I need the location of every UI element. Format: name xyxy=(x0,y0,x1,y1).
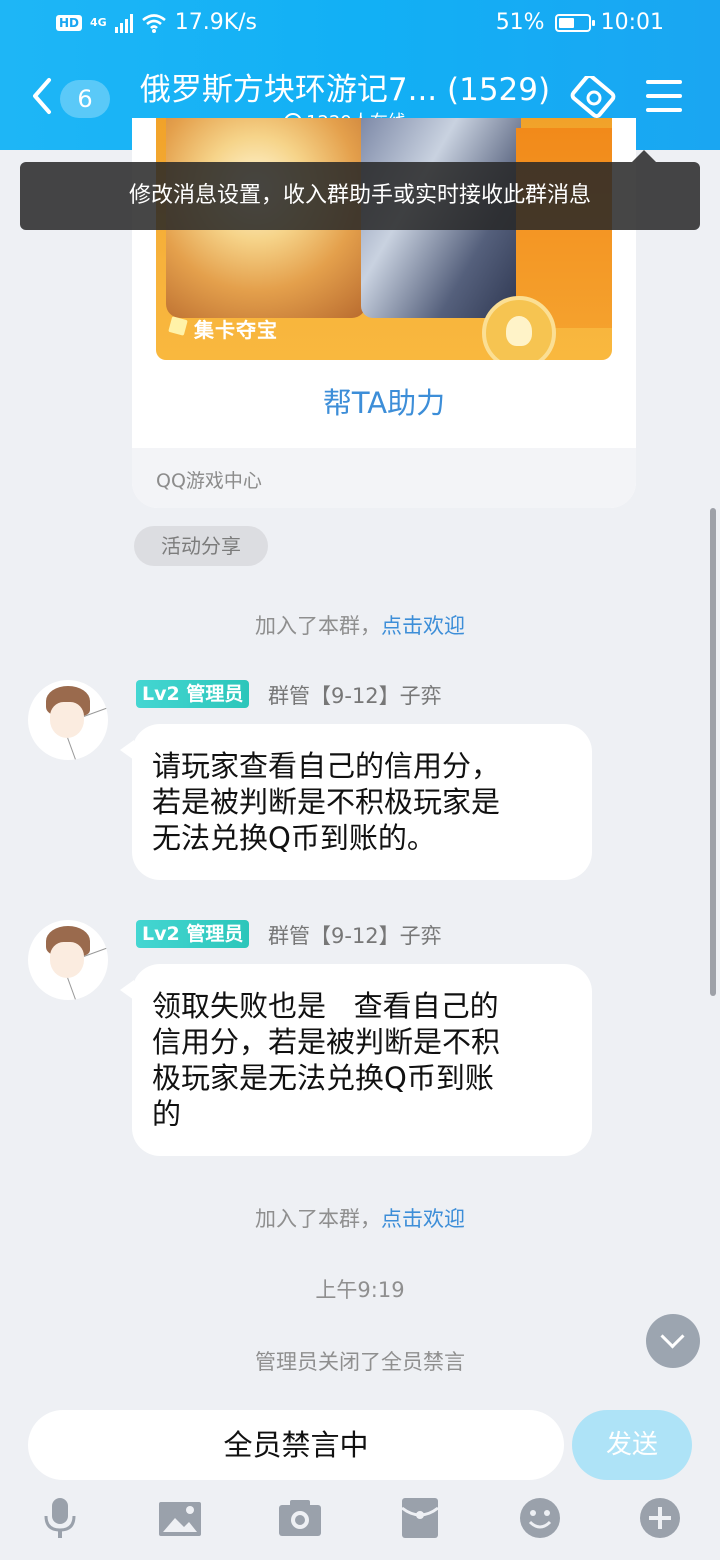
message-line: 请玩家查看自己的信用分， xyxy=(152,749,501,783)
image-icon[interactable] xyxy=(158,1496,202,1540)
clock: 10:01 xyxy=(600,10,664,35)
back-arrow-icon[interactable] xyxy=(30,76,54,116)
network-speed: 17.9K/s xyxy=(174,10,257,35)
sender-name[interactable]: 群管【9-12】子弈 xyxy=(268,680,442,710)
avatar[interactable] xyxy=(28,920,108,1000)
welcome-link[interactable]: 点击欢迎 xyxy=(381,614,465,638)
join-notice-text: 加入了本群， xyxy=(255,614,381,638)
message-line: 信用分，若是被判断是不积 xyxy=(152,1025,501,1059)
network-type: 4G xyxy=(90,15,107,29)
message-bubble[interactable]: 领取失败也是 查看自己的 信用分，若是被判断是不积 极玩家是无法兑换Q币到账 的 xyxy=(120,964,592,1156)
game-logo-icon xyxy=(482,296,556,360)
join-notice: 加入了本群，点击欢迎 xyxy=(0,1203,720,1233)
avatar[interactable] xyxy=(28,680,108,760)
microphone-icon[interactable] xyxy=(38,1496,82,1540)
red-packet-icon[interactable] xyxy=(398,1496,442,1540)
card-footer: QQ游戏中心 xyxy=(132,448,636,508)
battery-icon xyxy=(554,13,595,32)
message-line: 极玩家是无法兑换Q币到账 xyxy=(152,1061,494,1095)
level-badge-role: 管理员 xyxy=(186,923,244,945)
unread-count-badge[interactable]: 6 xyxy=(60,80,110,118)
menu-icon[interactable] xyxy=(646,80,682,114)
message-line: 领取失败也是 查看自己的 xyxy=(152,989,499,1023)
activity-share-tag: 活动分享 xyxy=(134,526,268,566)
hd-indicator: HD xyxy=(56,14,83,31)
level-badge-level: Lv2 xyxy=(142,683,180,705)
message-line: 的 xyxy=(152,1097,182,1131)
banner-label: 集卡夺宝 xyxy=(194,318,278,342)
level-badge-role: 管理员 xyxy=(186,683,244,705)
card-banner-image: 集卡夺宝 xyxy=(156,118,612,360)
camera-icon[interactable] xyxy=(278,1496,322,1540)
wifi-icon xyxy=(141,13,166,33)
card-source: QQ游戏中心 xyxy=(156,470,262,492)
send-button[interactable]: 发送 xyxy=(572,1410,692,1480)
message-line: 无法兑换Q币到账的。 xyxy=(152,821,436,855)
group-title[interactable]: 俄罗斯方块环游记7... (1529) xyxy=(120,64,570,109)
message-line: 若是被判断是不积极玩家是 xyxy=(152,785,501,819)
battery-percent: 51% xyxy=(495,10,545,35)
emoji-icon[interactable] xyxy=(518,1496,562,1540)
level-badge-level: Lv2 xyxy=(142,923,180,945)
sender-name[interactable]: 群管【9-12】子弈 xyxy=(268,920,442,950)
signal-icon xyxy=(114,13,133,33)
message-timestamp: 上午9:19 xyxy=(315,1278,405,1302)
plus-icon[interactable] xyxy=(638,1496,682,1540)
status-bar: HD 4G 17.9K/s 51% 10:01 xyxy=(0,10,720,42)
card-icon xyxy=(168,316,188,336)
join-notice-text: 加入了本群， xyxy=(255,1207,381,1231)
scroll-down-icon[interactable] xyxy=(646,1314,700,1368)
level-badge: Lv2 管理员 xyxy=(136,920,250,948)
level-badge: Lv2 管理员 xyxy=(136,680,250,708)
help-button[interactable]: 帮TA助力 xyxy=(132,380,636,422)
settings-tooltip[interactable]: 修改消息设置，收入群助手或实时接收此群消息 xyxy=(20,150,700,230)
message-bubble[interactable]: 请玩家查看自己的信用分， 若是被判断是不积极玩家是 无法兑换Q币到账的。 xyxy=(120,724,592,880)
scrollbar[interactable] xyxy=(710,508,716,996)
input-toolbar xyxy=(0,1490,720,1550)
group-ticket-icon[interactable] xyxy=(568,76,620,122)
welcome-link[interactable]: 点击欢迎 xyxy=(381,1207,465,1231)
message-input[interactable]: 全员禁言中 xyxy=(28,1410,564,1480)
mute-notice: 管理员关闭了全员禁言 xyxy=(255,1350,465,1374)
join-notice: 加入了本群，点击欢迎 xyxy=(0,610,720,640)
